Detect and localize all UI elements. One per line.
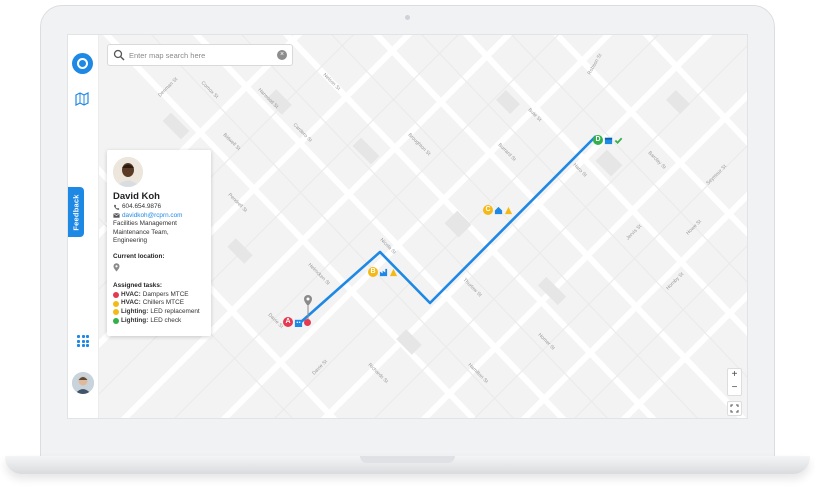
house-icon: [494, 206, 503, 214]
current-location-heading: Current location:: [113, 252, 165, 260]
storefront-icon: [604, 137, 613, 144]
street-label: Jervis St: [625, 223, 643, 241]
zoom-in-button[interactable]: +: [728, 369, 741, 382]
check-icon: [614, 137, 623, 144]
contact-phone-row[interactable]: 604.654.9876: [113, 203, 205, 212]
task-item[interactable]: HVAC: Chillers MTCE: [113, 299, 205, 308]
zoom-controls: + −: [727, 368, 742, 396]
task-category: Lighting:: [121, 307, 149, 315]
map-search-input[interactable]: [129, 48, 269, 62]
contact-department-line: Engineering: [113, 237, 148, 245]
stop-letter: B: [368, 267, 378, 277]
contact-department-line: Maintenance Team,: [113, 228, 169, 236]
task-name: LED check: [150, 316, 182, 324]
street-label: Comox St: [200, 80, 220, 100]
phone-icon: [114, 204, 120, 210]
contact-email-row[interactable]: davidkoh@rcprn.com: [113, 212, 205, 221]
user-avatar-icon: [72, 372, 94, 394]
task-category: HVAC:: [121, 290, 141, 298]
street-label: Thurlow St: [462, 277, 484, 299]
stop-letter: A: [283, 317, 293, 327]
app-screen: Denman St Comox St Nelson St Robson St H…: [67, 34, 748, 419]
task-item[interactable]: Lighting: LED replacement: [113, 308, 205, 317]
contact-card: David Koh 604.654.9876 davidkoh@rcprn.co…: [107, 150, 211, 336]
route-stop-b[interactable]: B: [368, 267, 398, 277]
warning-icon: [389, 268, 398, 276]
contact-department-line: Facilities Management: [113, 220, 177, 228]
status-alert-icon: [304, 318, 311, 326]
map-search-box[interactable]: ×: [107, 44, 293, 66]
zoom-out-button[interactable]: −: [728, 382, 741, 395]
contact-photo-icon: [113, 157, 143, 187]
contact-avatar: [113, 157, 143, 187]
street-label: Barclay St: [647, 150, 668, 171]
laptop-camera: [405, 15, 410, 20]
assigned-tasks-heading: Assigned tasks:: [113, 282, 163, 290]
task-name: Chillers MTCE: [142, 299, 184, 307]
task-category: Lighting:: [121, 316, 149, 324]
fullscreen-button[interactable]: [727, 401, 742, 416]
street-label: Nelson St: [322, 72, 342, 92]
street-label: Homer St: [537, 332, 557, 352]
stop-letter: D: [593, 135, 603, 145]
route-stop-d[interactable]: D: [593, 135, 623, 145]
app-logo-icon[interactable]: [72, 53, 93, 74]
warning-icon: [504, 206, 513, 214]
search-icon: [113, 49, 125, 61]
task-category: HVAC:: [121, 299, 141, 307]
route-stop-a[interactable]: A: [283, 317, 313, 327]
factory-icon: [379, 268, 388, 276]
route-stop-c[interactable]: C: [483, 205, 513, 215]
task-status-icon: [113, 317, 119, 324]
street-label: Davie St: [267, 312, 285, 330]
contact-name: David Koh: [113, 191, 160, 202]
street-label: Seymour St: [705, 163, 728, 186]
task-status-icon: [113, 309, 119, 316]
location-pin-icon[interactable]: [113, 262, 120, 272]
stop-letter: C: [483, 205, 493, 215]
feedback-tab[interactable]: Feedback: [68, 187, 84, 237]
fullscreen-icon: [730, 404, 739, 413]
task-name: Dampers MTCE: [142, 290, 189, 298]
laptop-notch: [360, 456, 455, 463]
email-icon: [113, 213, 120, 219]
clear-search-icon[interactable]: ×: [277, 50, 287, 60]
task-item[interactable]: Lighting: LED check: [113, 317, 205, 326]
map-icon[interactable]: [75, 92, 89, 106]
task-status-icon: [113, 292, 119, 299]
feedback-label: Feedback: [71, 193, 81, 231]
contact-phone: 604.654.9876: [122, 203, 162, 210]
street-label: Bidwell St: [222, 132, 242, 152]
contact-email-link[interactable]: davidkoh@rcprn.com: [122, 212, 182, 221]
task-item[interactable]: HVAC: Dampers MTCE: [113, 291, 205, 300]
task-name: LED replacement: [150, 307, 200, 315]
apps-grid-icon[interactable]: [77, 335, 89, 347]
building-icon: [294, 319, 303, 327]
street-label: Davie St: [311, 358, 329, 376]
user-avatar[interactable]: [72, 372, 94, 394]
task-status-icon: [113, 300, 119, 307]
